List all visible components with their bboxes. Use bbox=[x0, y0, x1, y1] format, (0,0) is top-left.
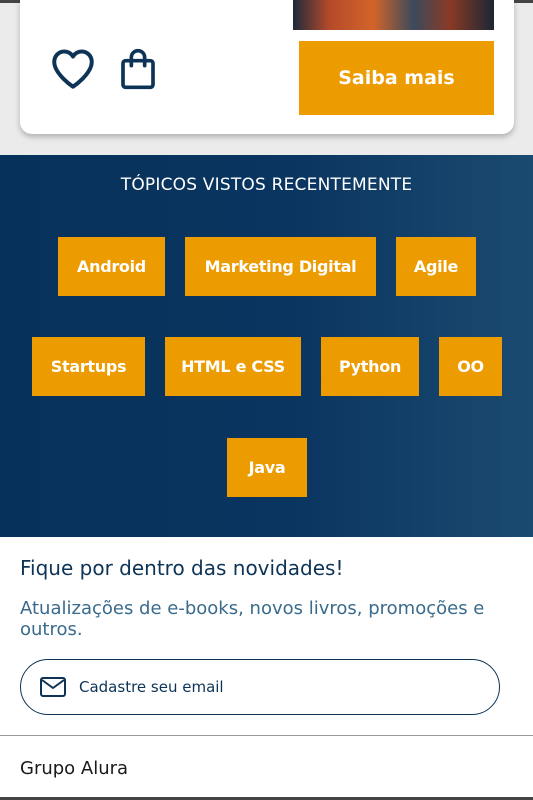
recent-topics-title: TÓPICOS VISTOS RECENTEMENTE bbox=[120, 175, 413, 195]
email-input[interactable] bbox=[79, 670, 479, 704]
shopping-bag-icon bbox=[121, 48, 155, 89]
footer: Grupo Alura bbox=[0, 735, 533, 800]
newsletter-section: Fique por dentro das novidades! Atualiza… bbox=[0, 537, 533, 735]
favorite-button[interactable] bbox=[48, 44, 98, 94]
recent-topics-section: TÓPICOS VISTOS RECENTEMENTE Android Mark… bbox=[0, 155, 533, 537]
footer-link-grupo-alura[interactable]: Grupo Alura bbox=[20, 758, 128, 779]
topic-marketing-digital[interactable]: Marketing Digital bbox=[185, 237, 376, 296]
topic-java[interactable]: Java bbox=[227, 438, 307, 497]
newsletter-title: Fique por dentro das novidades! bbox=[20, 556, 344, 580]
topic-python[interactable]: Python bbox=[321, 337, 419, 396]
topic-html-css[interactable]: HTML e CSS bbox=[165, 337, 301, 396]
topic-oo[interactable]: OO bbox=[439, 337, 502, 396]
product-image[interactable] bbox=[293, 0, 494, 30]
newsletter-description: Atualizações de e-books, novos livros, p… bbox=[20, 598, 485, 640]
topic-android[interactable]: Android bbox=[58, 237, 165, 296]
mail-icon bbox=[40, 677, 66, 697]
heart-outline-icon bbox=[52, 49, 94, 89]
product-card: Saiba mais bbox=[20, 0, 514, 134]
email-signup-field[interactable] bbox=[20, 659, 500, 715]
topic-agile[interactable]: Agile bbox=[396, 237, 476, 296]
learn-more-button[interactable]: Saiba mais bbox=[299, 41, 494, 115]
topic-startups[interactable]: Startups bbox=[32, 337, 145, 396]
add-to-cart-button[interactable] bbox=[116, 46, 160, 94]
